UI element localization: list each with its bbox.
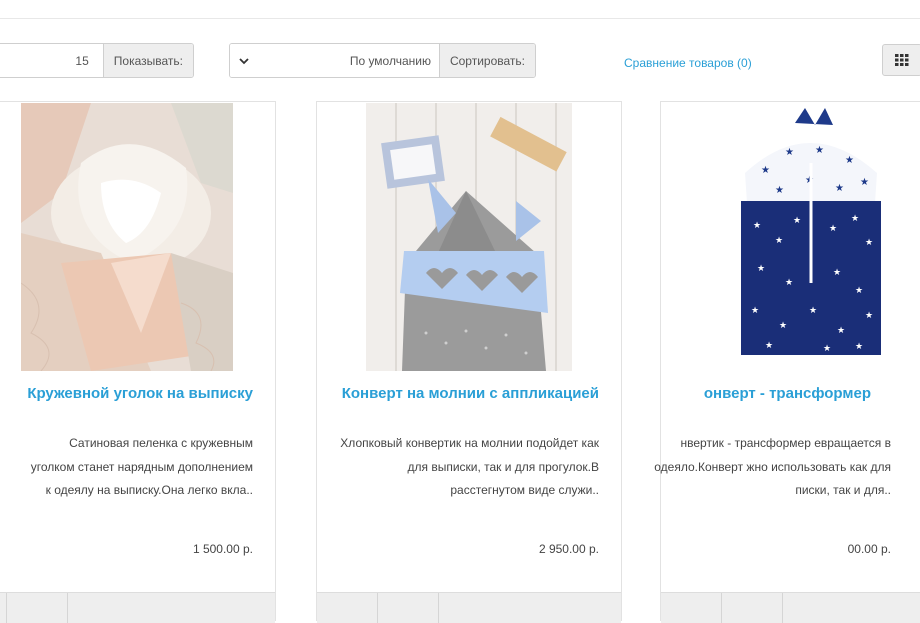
top-divider — [0, 18, 920, 19]
svg-text:★: ★ — [855, 285, 863, 295]
product-actions — [317, 592, 621, 623]
product-title[interactable]: Кружевной уголок на выписку — [23, 385, 253, 403]
product-description: Сатиновая пеленка с кружевным уголком ст… — [30, 436, 253, 497]
product-image[interactable] — [366, 103, 572, 371]
product-image[interactable]: ★ ★ ★ ★ ★ ★ ★ ★ ★ ★ ★ ★ ★ ★ ★ ★ ★ ★ ★ ★ ★ ★ ★ ★ ★ ★ — [705, 103, 917, 371]
svg-text:★: ★ — [855, 341, 863, 351]
product-image[interactable] — [21, 103, 233, 371]
product-actions — [661, 592, 920, 623]
compare-products-link[interactable]: Сравнение товаров (0) — [624, 56, 752, 70]
grid-icon — [895, 54, 909, 66]
svg-text:★: ★ — [785, 277, 793, 287]
svg-text:★: ★ — [753, 220, 761, 230]
svg-text:★: ★ — [775, 185, 784, 196]
svg-text:★: ★ — [815, 145, 824, 156]
sort-select[interactable]: По умолчанию — [230, 44, 439, 77]
svg-text:★: ★ — [865, 310, 873, 320]
svg-text:★: ★ — [835, 183, 844, 194]
limit-select[interactable]: 15 — [0, 44, 103, 77]
product-description: Хлопковый конвертик на молнии подойдет к… — [340, 436, 599, 497]
grid-view-button[interactable] — [882, 44, 920, 76]
svg-text:★: ★ — [860, 177, 869, 188]
svg-text:★: ★ — [851, 213, 859, 223]
svg-text:★: ★ — [833, 267, 841, 277]
sort-label: Сортировать: — [438, 44, 535, 77]
limit-label: Показывать: — [102, 44, 193, 77]
product-card: Кружевной уголок на выписку Сатиновая пе… — [0, 101, 276, 623]
add-to-cart-button[interactable] — [0, 593, 7, 623]
product-card: Конверт на молнии с аппликацией Хлопковы… — [316, 101, 622, 623]
svg-text:★: ★ — [809, 305, 817, 315]
svg-text:★: ★ — [865, 237, 873, 247]
product-card: ★ ★ ★ ★ ★ ★ ★ ★ ★ ★ ★ ★ ★ ★ ★ ★ ★ ★ ★ ★ ★ ★ ★ ★ ★ ★ о… — [654, 101, 920, 623]
wishlist-button[interactable] — [7, 593, 68, 623]
product-title[interactable]: Конверт на молнии с аппликацией — [337, 385, 599, 403]
limit-value: 15 — [75, 53, 89, 68]
svg-text:★: ★ — [779, 320, 787, 330]
sort-control[interactable]: По умолчанию Сортировать: — [229, 43, 536, 78]
svg-text:★: ★ — [785, 147, 794, 158]
svg-text:★: ★ — [765, 340, 773, 350]
svg-text:★: ★ — [761, 165, 770, 176]
product-price: 00.00 р. — [847, 542, 891, 556]
limit-control[interactable]: 15 Показывать: — [0, 43, 194, 78]
product-actions — [0, 592, 275, 623]
svg-text:★: ★ — [845, 155, 854, 166]
svg-text:★: ★ — [837, 325, 845, 335]
wishlist-button[interactable] — [378, 593, 439, 623]
product-description: нвертик - трансформер евращается в одеял… — [654, 436, 891, 497]
product-price: 2 950.00 р. — [538, 542, 599, 556]
sort-value: По умолчанию — [349, 53, 431, 68]
svg-text:★: ★ — [829, 223, 837, 233]
add-to-cart-button[interactable] — [661, 593, 722, 623]
wishlist-button[interactable] — [722, 593, 783, 623]
product-title[interactable]: онверт - трансформер — [621, 385, 871, 403]
svg-text:★: ★ — [793, 215, 801, 225]
svg-text:★: ★ — [757, 263, 765, 273]
chevron-down-icon — [239, 57, 249, 64]
add-to-cart-button[interactable] — [317, 593, 378, 623]
svg-text:★: ★ — [775, 235, 783, 245]
product-price: 1 500.00 р. — [192, 542, 253, 556]
svg-text:★: ★ — [751, 305, 759, 315]
svg-text:★: ★ — [823, 343, 831, 353]
